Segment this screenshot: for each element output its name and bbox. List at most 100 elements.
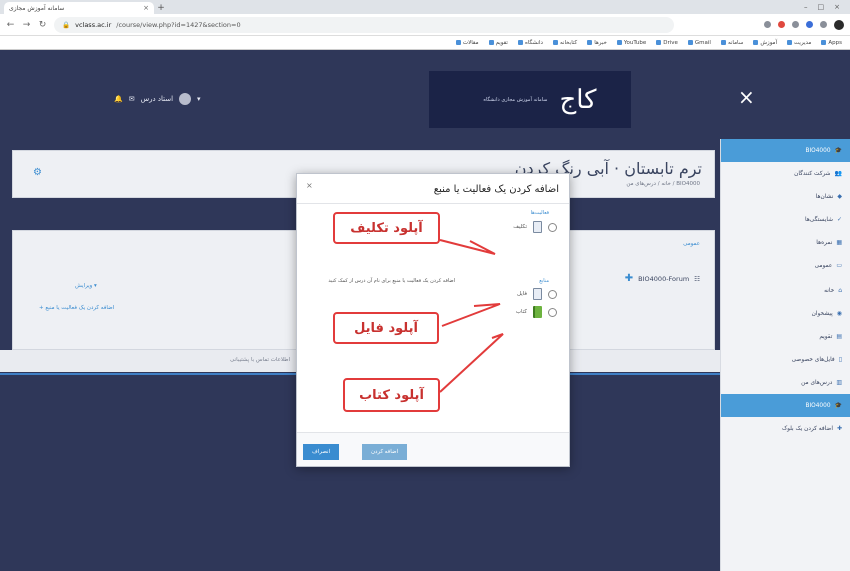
sidebar-item-competencies[interactable]: ✓ شایستگی‌ها: [721, 208, 850, 231]
edit-menu[interactable]: ویرایش ▾: [75, 283, 97, 289]
back-icon[interactable]: ←: [6, 20, 15, 30]
footer-text[interactable]: اطلاعات تماس با پشتیبانی: [230, 357, 290, 363]
forward-icon[interactable]: →: [22, 20, 31, 30]
radio-button[interactable]: [548, 222, 557, 232]
activity-label[interactable]: BIO4000-Forum: [638, 275, 689, 283]
bookmark-item[interactable]: مقالات: [455, 40, 479, 46]
user-menu[interactable]: 🔔 ✉ استاد درس ▾: [114, 93, 201, 105]
users-icon: 👥: [834, 170, 842, 177]
cancel-button[interactable]: انصراف: [303, 444, 340, 460]
logo-text: سامانه آموزش مجازی دانشگاه: [483, 96, 548, 103]
modal-footer: انصراف اضافه کردن: [297, 432, 569, 466]
sidebar-item-grades[interactable]: ▦ نمره‌ها: [721, 231, 850, 254]
bookmark-item[interactable]: Apps: [821, 40, 842, 46]
extension-icon[interactable]: [806, 21, 813, 28]
assignment-icon: [533, 221, 542, 233]
window-close-icon[interactable]: ×: [834, 3, 840, 11]
sidebar-item-calendar[interactable]: ▤ تقویم: [721, 325, 850, 348]
modal-title: اضافه کردن یک فعالیت یا منبع: [433, 184, 559, 195]
tab-close-icon[interactable]: ×: [143, 4, 149, 12]
bookmark-item[interactable]: سامانه: [720, 40, 743, 46]
url-field[interactable]: 🔒 vclass.ac.ir /course/view.php?id=1427&…: [54, 16, 674, 33]
activity-item[interactable]: ☷ BIO4000-Forum ✚: [625, 273, 700, 284]
option-assignment[interactable]: تکلیف: [513, 221, 557, 233]
bookmark-item[interactable]: Gmail: [687, 40, 711, 46]
bookmark-item[interactable]: مدیریت: [787, 40, 811, 46]
puzzle-icon[interactable]: [820, 21, 827, 28]
sidebar-item-dashboard[interactable]: ◉ پیشخوان: [721, 302, 850, 325]
star-icon[interactable]: [792, 21, 799, 28]
extension-icons: [764, 19, 844, 30]
section-label[interactable]: عمومی: [683, 241, 700, 247]
dashboard-icon: ◉: [836, 310, 842, 317]
site-logo[interactable]: سامانه آموزش مجازی دانشگاه كاج: [429, 71, 631, 128]
option-label: فایل: [516, 291, 527, 297]
file-icon: [533, 288, 542, 300]
bookmark-item[interactable]: کتابخانه: [552, 40, 577, 46]
address-bar-row: ← → ↻ 🔒 vclass.ac.ir /course/view.php?id…: [0, 14, 850, 36]
book-icon: [533, 306, 542, 318]
bookmark-item[interactable]: خبرها: [587, 40, 607, 46]
user-name: استاد درس: [140, 95, 174, 103]
browser-tab[interactable]: سامانه آموزش مجازی ×: [4, 2, 154, 14]
sidebar-item-badges[interactable]: ◆ نشان‌ها: [721, 185, 850, 208]
home-icon: ⌂: [838, 287, 842, 294]
maximize-icon[interactable]: □: [818, 3, 825, 11]
bookmark-item[interactable]: دانشگاه: [517, 40, 543, 46]
tab-title: سامانه آموزش مجازی: [9, 4, 65, 12]
avatar[interactable]: [179, 93, 192, 105]
move-icon[interactable]: ✚: [625, 273, 633, 284]
bell-icon[interactable]: 🔔: [114, 95, 123, 103]
window-controls: – □ ×: [804, 0, 850, 14]
forum-icon: ☷: [694, 274, 700, 283]
sidebar-item-course[interactable]: 🎓 BIO4000: [721, 139, 850, 162]
minimize-icon[interactable]: –: [804, 3, 808, 11]
gear-icon[interactable]: ⚙: [33, 167, 42, 178]
option-file[interactable]: فایل: [517, 288, 557, 300]
plus-icon: ✚: [836, 425, 842, 432]
bookmark-item[interactable]: YouTube: [616, 40, 646, 46]
table-icon: ▦: [836, 239, 842, 246]
radio-button[interactable]: [548, 307, 557, 317]
graduation-cap-icon: 🎓: [834, 402, 842, 409]
sidebar-item-add-block[interactable]: ✚ اضافه کردن یک بلوک: [721, 417, 850, 440]
group-label-activities: فعالیت‌ها: [530, 210, 549, 216]
bookmarks-bar: Apps مدیریت آموزش سامانه Gmail Drive You…: [0, 36, 850, 50]
group-label-resources: منابع: [539, 278, 549, 284]
extension-icon[interactable]: [764, 21, 771, 28]
bookmark-item[interactable]: Drive: [656, 40, 678, 46]
chat-icon[interactable]: ✉: [129, 95, 135, 103]
option-label: کتاب: [515, 309, 527, 315]
plus-icon: +: [39, 305, 44, 311]
close-drawer-icon[interactable]: ×: [738, 85, 755, 109]
sidebar: 🎓 BIO4000 👥 شرکت کنندگان ◆ نشان‌ها ✓ شایستگی…: [720, 139, 850, 571]
sidebar-item-private-files[interactable]: ▯ فایل‌های خصوصی: [721, 348, 850, 371]
reload-icon[interactable]: ↻: [38, 20, 47, 30]
sidebar-item-course-current[interactable]: 🎓 BIO4000: [721, 394, 850, 417]
close-icon[interactable]: ×: [306, 181, 313, 190]
annotation-upload-file: آپلود فایل: [333, 312, 439, 344]
sidebar-item-general[interactable]: ▭ عمومی: [721, 254, 850, 277]
badge-icon: ◆: [837, 193, 842, 200]
option-description: اضافه کردن یک فعالیت یا منبع برای نام آن…: [328, 278, 455, 284]
profile-avatar[interactable]: [834, 19, 844, 30]
chevron-down-icon: ▾: [197, 95, 201, 103]
option-label: تکلیف: [513, 224, 527, 230]
graduation-cap-icon: 🎓: [834, 147, 842, 154]
sidebar-item-home[interactable]: ⌂ خانه: [721, 279, 850, 302]
url-domain: vclass.ac.ir: [75, 20, 112, 29]
new-tab-icon[interactable]: +: [154, 2, 168, 14]
add-activity-link[interactable]: + اضافه کردن یک فعالیت یا منبع: [39, 305, 114, 311]
bookmark-item[interactable]: تقویم: [488, 40, 508, 46]
sidebar-item-participants[interactable]: 👥 شرکت کنندگان: [721, 162, 850, 185]
radio-button[interactable]: [548, 289, 557, 299]
bookmark-item[interactable]: آموزش: [753, 40, 777, 46]
extension-icon[interactable]: [778, 21, 785, 28]
add-button[interactable]: اضافه کردن: [362, 444, 408, 460]
option-book[interactable]: کتاب: [516, 306, 557, 318]
sidebar-item-my-courses[interactable]: ▥ درس‌های من: [721, 371, 850, 394]
url-path: /course/view.php?id=1427&section=0: [116, 20, 241, 29]
breadcrumb[interactable]: خانه / درس‌های من / BIO4000: [626, 181, 700, 187]
lock-icon: 🔒: [62, 20, 71, 29]
calendar-icon: ▤: [836, 333, 842, 340]
